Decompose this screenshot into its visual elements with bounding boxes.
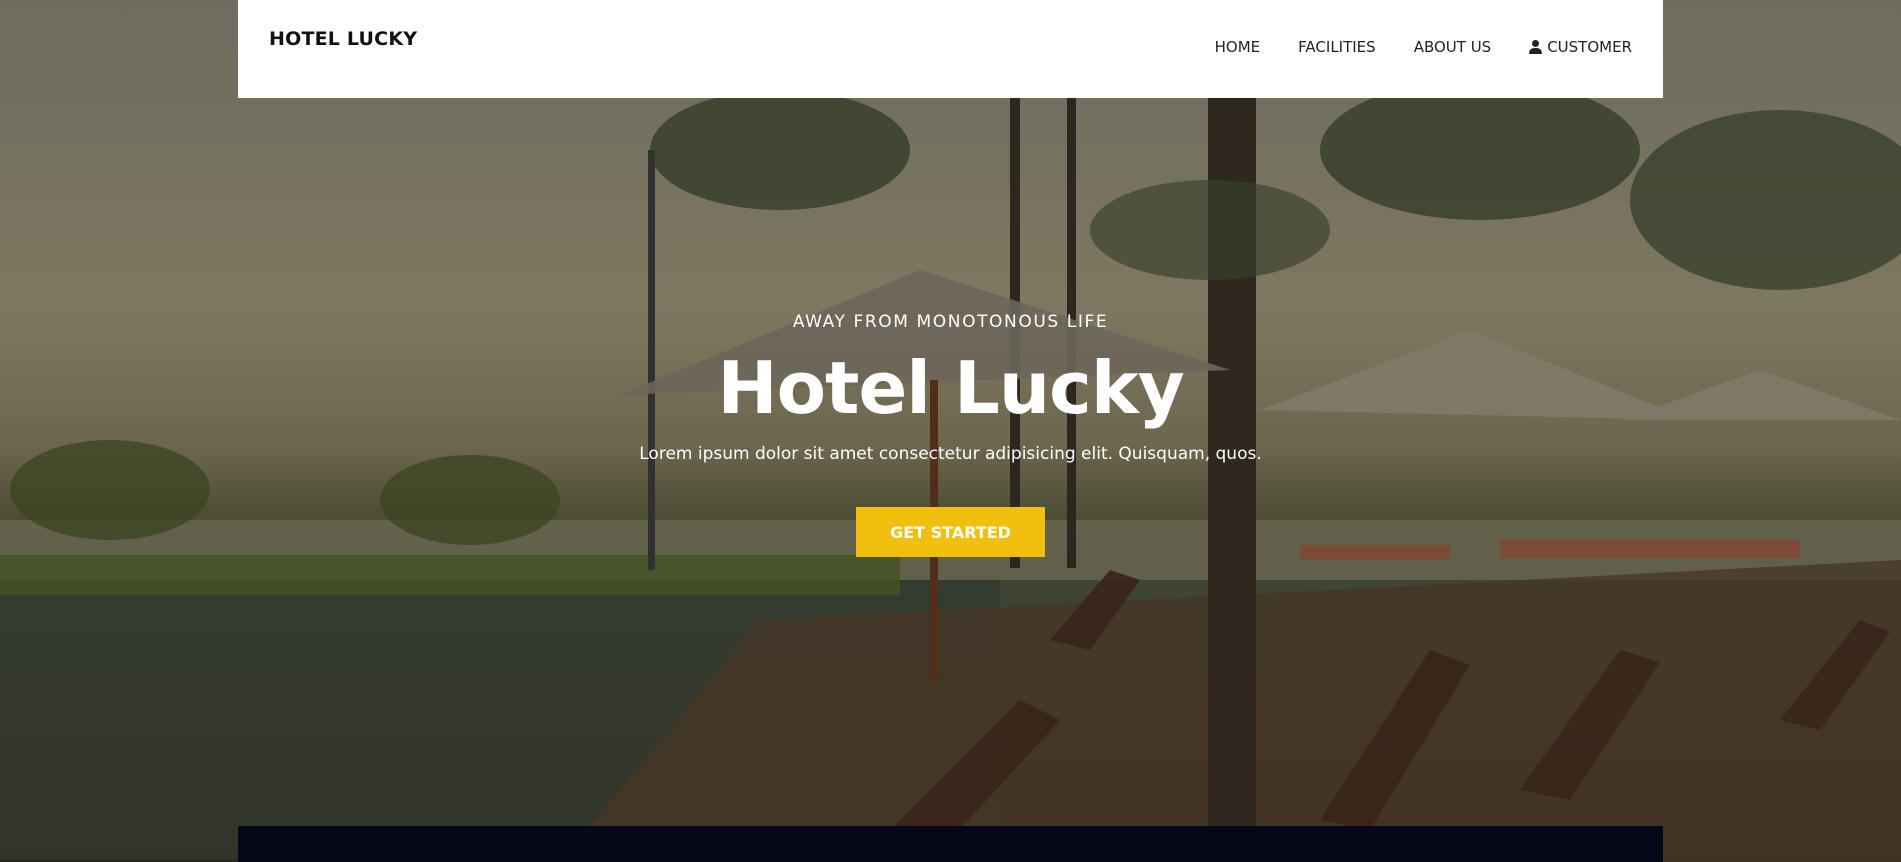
hero-tagline: Lorem ipsum dolor sit amet consectetur a… <box>639 444 1262 464</box>
nav-customer-link[interactable]: CUSTOMER <box>1529 38 1632 56</box>
nav-home-link[interactable]: HOME <box>1215 38 1261 56</box>
nav-home-label: HOME <box>1214 38 1261 56</box>
hero-eyebrow: AWAY FROM MONOTONOUS LIFE <box>792 312 1109 332</box>
site-header: HOTEL LUCKY HOME FACILITIES ABOUT US CUS… <box>238 0 1663 98</box>
nav-about-label: ABOUT US <box>1413 38 1492 56</box>
brand-logo[interactable]: HOTEL LUCKY <box>269 28 417 50</box>
nav-facilities-link[interactable]: FACILITIES <box>1298 38 1376 56</box>
nav-customer-label: CUSTOMER <box>1547 38 1632 56</box>
bottom-section-bar <box>238 826 1663 862</box>
hero-section: AWAY FROM MONOTONOUS LIFE Hotel Lucky Lo… <box>0 300 1901 557</box>
nav-facilities-label: FACILITIES <box>1298 38 1376 56</box>
hero-title: Hotel Lucky <box>717 346 1184 430</box>
page: HOTEL LUCKY HOME FACILITIES ABOUT US CUS… <box>0 0 1901 862</box>
main-nav: HOME FACILITIES ABOUT US CUSTOMER <box>1215 38 1632 56</box>
nav-about-link[interactable]: ABOUT US <box>1414 38 1492 56</box>
user-icon <box>1529 40 1543 54</box>
get-started-button[interactable]: GET STARTED <box>856 507 1045 557</box>
